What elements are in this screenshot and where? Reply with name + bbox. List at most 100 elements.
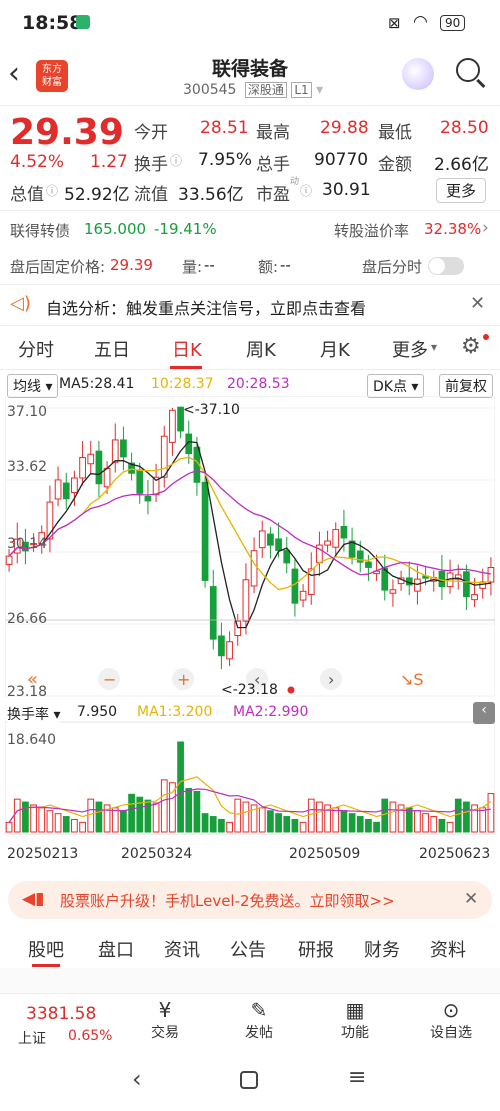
back-nav-icon[interactable]: ‹ <box>132 1065 142 1093</box>
home-nav-icon[interactable] <box>240 1071 258 1089</box>
tab-guba[interactable]: 股吧 <box>28 936 64 962</box>
kline-chart-area[interactable]: 均线 ▾ MA5:28.41 10:28.37 20:28.53 DK点 ▾ 前… <box>5 372 495 872</box>
turnover-bar <box>479 807 487 833</box>
tab-research[interactable]: 研报 <box>298 936 334 962</box>
candle-body <box>79 457 86 479</box>
turnover-bar <box>128 793 135 833</box>
nav-functions[interactable]: ▦ 功能 <box>320 998 390 1042</box>
float-label: 流值 <box>134 185 168 205</box>
kline-svg[interactable]: « − + ‹ › ↘S <box>5 396 495 876</box>
turnover-bar <box>111 807 119 833</box>
candle-body <box>62 482 70 500</box>
dk-label: DK点 <box>373 379 407 395</box>
settings-gear-icon[interactable]: ⚙ <box>461 334 481 359</box>
tab-news[interactable]: 资讯 <box>164 936 200 962</box>
candle-body <box>95 450 103 485</box>
promo-banner[interactable]: ◀▮ 股票账户升级！手机Level-2免费送。立即领取>> ✕ <box>8 881 492 919</box>
premium-value: 32.38% <box>424 220 482 238</box>
tab-profile[interactable]: 资料 <box>430 936 466 962</box>
ma-selector-button[interactable]: 均线 ▾ <box>7 374 59 398</box>
nav-trade[interactable]: ¥ 交易 <box>130 998 200 1042</box>
turnover-bar <box>307 798 315 833</box>
tab-monthly-k[interactable]: 月K <box>320 336 350 362</box>
tab-more[interactable]: 更多 <box>392 336 428 362</box>
nav-watchlist[interactable]: ⊙ 设自选 <box>416 998 486 1042</box>
date-label-2: 20250324 <box>121 846 193 862</box>
turnover-bar <box>365 818 372 833</box>
turnover-bar <box>226 821 233 833</box>
edit-icon: ✎ <box>250 998 268 1022</box>
period-tabs: 分时 五日 日K 周K 月K 更多 ▾ ⚙ <box>0 326 500 370</box>
turnover-bar <box>299 821 307 833</box>
chevron-right-icon[interactable]: › <box>482 218 489 238</box>
turnover-bar <box>95 801 103 833</box>
last-price: 29.39 <box>10 112 124 153</box>
pe-value: 30.91 <box>322 180 371 200</box>
info-tab-indicator <box>32 964 60 967</box>
close-icon[interactable]: ✕ <box>470 293 485 314</box>
search-icon[interactable] <box>456 58 480 82</box>
tab-order-book[interactable]: 盘口 <box>98 936 134 962</box>
ma20-legend: 20:28.53 <box>227 376 290 392</box>
candle-body <box>169 409 176 443</box>
collapse-panel-button[interactable]: ‹ <box>473 702 495 724</box>
candle-body <box>463 571 470 598</box>
fullscreen-icon[interactable]: ↘S <box>400 670 424 689</box>
tab-announcements[interactable]: 公告 <box>230 936 266 962</box>
low-annotation: <-23.18 <box>221 682 278 698</box>
turnover-bar <box>120 810 127 833</box>
candle-body <box>111 439 119 463</box>
notice-text[interactable]: 自选分析：触发重点关注信号，立即点击查看 <box>46 295 366 319</box>
promo-text[interactable]: 股票账户升级！手机Level-2免费送。立即领取>> <box>60 890 395 911</box>
dk-point-button[interactable]: DK点 ▾ <box>367 374 425 398</box>
turnover-bar <box>283 816 291 833</box>
mcap-value: 52.92亿 <box>64 185 130 205</box>
turnover-selector[interactable]: 换手率 ▾ <box>7 704 61 724</box>
tab-five-day[interactable]: 五日 <box>94 336 130 362</box>
tab-daily-k[interactable]: 日K <box>172 336 202 362</box>
turnover-bar <box>185 788 193 833</box>
turnover-label: 换手 <box>134 155 168 175</box>
candle-body <box>234 620 242 637</box>
nav-post[interactable]: ✎ 发帖 <box>224 998 294 1042</box>
tab-financials[interactable]: 财务 <box>364 936 400 962</box>
turnover-bar <box>422 813 429 833</box>
change-amount: 1.27 <box>90 152 128 172</box>
candle-body <box>242 579 250 622</box>
adjust-button[interactable]: 前复权 <box>439 374 493 398</box>
amount-value: 2.66亿 <box>434 155 489 175</box>
info-icon-3[interactable]: ⓘ <box>300 182 312 199</box>
info-icon-2[interactable]: ⓘ <box>46 182 58 199</box>
afterhours-vol: -- <box>204 256 215 274</box>
index-value[interactable]: 3381.58 <box>26 1004 96 1024</box>
tag-sgt: 深股通 <box>244 82 287 98</box>
tab-weekly-k[interactable]: 周K <box>246 336 276 362</box>
tag-level[interactable]: L1 <box>291 82 312 98</box>
tab-intraday[interactable]: 分时 <box>18 336 54 362</box>
nav-functions-label: 功能 <box>341 1025 369 1041</box>
robot-assistant-icon[interactable] <box>402 58 434 90</box>
turnover-bar <box>30 804 37 833</box>
turnover-bar <box>291 818 299 833</box>
afterhours-amt: -- <box>280 256 291 274</box>
notice-bar[interactable]: ◁) 自选分析：触发重点关注信号，立即点击查看 ✕ <box>0 284 500 326</box>
turnover-bar <box>438 818 446 833</box>
zoom-in-icon: + <box>177 670 190 689</box>
turnover-bar <box>160 779 168 833</box>
candle-body <box>340 525 348 539</box>
more-button[interactable]: 更多 <box>436 178 487 203</box>
afterhours-toggle[interactable] <box>428 257 464 275</box>
y-label-3: 30.14 <box>7 536 48 552</box>
high-label: 最高 <box>256 123 290 143</box>
turnover-bar <box>487 793 495 833</box>
candle-body <box>275 538 282 551</box>
recents-nav-icon[interactable]: ≡ <box>348 1065 366 1090</box>
cb-pct: -19.41% <box>154 220 217 238</box>
candle-body <box>332 529 340 548</box>
cb-label[interactable]: 联得转债 <box>10 220 70 241</box>
info-icon[interactable]: ⓘ <box>170 152 182 169</box>
candle-body <box>201 481 209 581</box>
info-tabs: 股吧 盘口 资讯 公告 研报 财务 资料 <box>0 928 500 968</box>
ma10-legend: 10:28.37 <box>151 376 214 392</box>
close-icon[interactable]: ✕ <box>464 889 478 909</box>
